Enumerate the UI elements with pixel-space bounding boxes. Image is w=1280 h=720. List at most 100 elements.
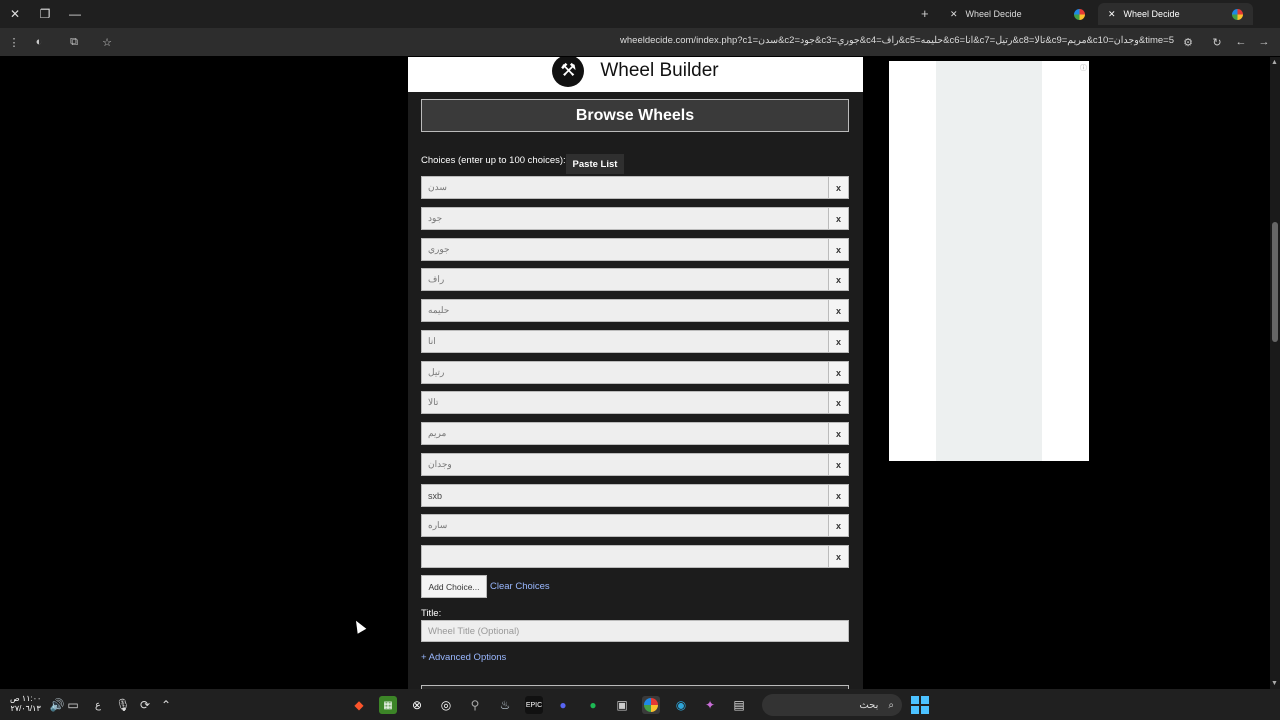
store-icon[interactable]: ▣ [613, 696, 631, 714]
choice-input[interactable]: جود [421, 207, 829, 230]
copilot-icon[interactable]: ✦ [701, 696, 719, 714]
scrollbar-thumb[interactable] [1272, 222, 1278, 342]
choice-input[interactable]: جوري [421, 238, 829, 261]
choice-input[interactable]: حليمه [421, 299, 829, 322]
site-settings-icon[interactable]: ⚙ [1180, 34, 1196, 50]
choices-label: Choices (enter up to 100 choices): [421, 155, 566, 166]
discord-icon[interactable]: ● [554, 696, 572, 714]
tab-wheel-decide-1[interactable]: ✕ Wheel Decide [940, 3, 1095, 25]
choice-row: انا x [421, 330, 849, 353]
ad-content [936, 61, 1042, 461]
new-tab-button[interactable]: + [921, 6, 929, 21]
chrome-logo-icon [644, 698, 658, 712]
back-icon[interactable]: → [1256, 34, 1272, 50]
clock-time: ١١:٠٠ ص [10, 694, 42, 703]
choice-row: حليمه x [421, 299, 849, 322]
remove-choice-button[interactable]: x [829, 361, 849, 384]
tab-bar: ✕ ❐ — + ✕ Wheel Decide ✕ Wheel Decide [0, 0, 1280, 28]
choice-row: سدن x [421, 176, 849, 199]
page-viewport: ⚒ Wheel Builder Browse Wheels Choices (e… [0, 57, 1270, 689]
extensions-icon[interactable]: ⧉ [66, 34, 82, 50]
clear-choices-link[interactable]: Clear Choices [490, 581, 550, 592]
choice-input[interactable]: انا [421, 330, 829, 353]
close-icon[interactable]: ✕ [950, 9, 958, 20]
remove-choice-button[interactable]: x [829, 484, 849, 507]
choice-row: sxb x [421, 484, 849, 507]
remove-choice-button[interactable]: x [829, 207, 849, 230]
forward-icon[interactable]: ← [1233, 34, 1249, 50]
choice-row: x [421, 545, 849, 568]
remove-choice-button[interactable]: x [829, 299, 849, 322]
remove-choice-button[interactable]: x [829, 514, 849, 537]
choice-input[interactable]: تالا [421, 391, 829, 414]
bookmark-star-icon[interactable]: ☆ [99, 34, 115, 50]
menu-icon[interactable]: ⋮ [6, 34, 22, 50]
browse-wheels-button[interactable]: Browse Wheels [421, 99, 849, 132]
favicon-icon [1232, 8, 1243, 20]
remove-choice-button[interactable]: x [829, 422, 849, 445]
network-icon[interactable]: ▭ [64, 696, 82, 714]
restore-window-button[interactable]: ❐ [30, 0, 60, 28]
choice-input[interactable]: وجدان [421, 453, 829, 476]
language-indicator[interactable]: ع [89, 696, 107, 714]
file-explorer-icon[interactable]: ▤ [730, 696, 748, 714]
wheel-title-input[interactable]: Wheel Title (Optional) [421, 620, 849, 642]
microphone-icon[interactable]: 🎙 [114, 696, 132, 714]
wheel-builder-panel: ⚒ Wheel Builder Browse Wheels Choices (e… [408, 57, 863, 689]
address-bar[interactable]: wheeldecide.com/index.php?c1=سدن&c2=جود&… [620, 35, 1174, 46]
taskbar-search[interactable]: بحث ⌕ [762, 694, 902, 716]
choice-row: جود x [421, 207, 849, 230]
favicon-icon [1074, 8, 1085, 20]
clock[interactable]: ١١:٠٠ ص ٢٧/٠٦/١٣ [10, 694, 41, 714]
choice-input[interactable]: ساره [421, 514, 829, 537]
choice-input[interactable]: مريم [421, 422, 829, 445]
remove-choice-button[interactable]: x [829, 545, 849, 568]
minecraft-icon[interactable]: ▦ [379, 696, 397, 714]
xbox-icon[interactable]: ⊗ [408, 696, 426, 714]
brave-browser-icon[interactable]: ◆ [350, 696, 368, 714]
add-choice-button[interactable]: Add Choice... [421, 575, 487, 598]
remove-choice-button[interactable]: x [829, 453, 849, 476]
remove-choice-button[interactable]: x [829, 176, 849, 199]
app-icon[interactable]: ◎ [437, 696, 455, 714]
tab-wheel-decide-2[interactable]: ✕ Wheel Decide [1098, 3, 1253, 25]
chrome-icon[interactable] [642, 696, 660, 714]
start-button[interactable] [911, 696, 929, 714]
advanced-options-link[interactable]: + Advanced Options [421, 652, 506, 663]
scroll-up-icon[interactable]: ▲ [1271, 59, 1278, 66]
edge-icon[interactable]: ◉ [672, 696, 690, 714]
reload-icon[interactable]: ↻ [1209, 34, 1225, 50]
choice-input[interactable]: sxb [421, 484, 829, 507]
remove-choice-button[interactable]: x [829, 391, 849, 414]
choice-row: تالا x [421, 391, 849, 414]
choice-input[interactable] [421, 545, 829, 568]
search-icon: ⌕ [888, 699, 894, 711]
remove-choice-button[interactable]: x [829, 268, 849, 291]
close-window-button[interactable]: ✕ [0, 0, 30, 28]
choice-input[interactable]: رتيل [421, 361, 829, 384]
profile-icon[interactable]: ◐ [31, 34, 47, 50]
app-icon[interactable]: ⚲ [466, 696, 484, 714]
windows-logo-icon [911, 696, 919, 704]
tray-overflow-icon[interactable]: ⌃ [157, 696, 175, 714]
minimize-window-button[interactable]: — [60, 0, 90, 28]
choice-row: جوري x [421, 238, 849, 261]
choice-input[interactable]: راف [421, 268, 829, 291]
sync-icon[interactable]: ⟳ [136, 696, 154, 714]
choice-input[interactable]: سدن [421, 176, 829, 199]
clock-date: ٢٧/٠٦/١٣ [10, 704, 41, 713]
paste-list-button[interactable]: Paste List [566, 154, 624, 174]
close-icon[interactable]: ✕ [1108, 9, 1116, 20]
epic-games-icon[interactable]: EPIC [525, 696, 543, 714]
scroll-down-icon[interactable]: ▼ [1271, 680, 1278, 687]
page-title: Wheel Builder [600, 59, 719, 81]
choice-row: مريم x [421, 422, 849, 445]
page-scrollbar[interactable]: ▲ ▼ [1270, 57, 1280, 689]
tab-title: Wheel Decide [965, 9, 1022, 19]
choice-row: رتيل x [421, 361, 849, 384]
remove-choice-button[interactable]: x [829, 238, 849, 261]
spotify-icon[interactable]: ● [584, 696, 602, 714]
remove-choice-button[interactable]: x [829, 330, 849, 353]
ad-info-icon[interactable]: ⓘ [1080, 63, 1087, 73]
steam-icon[interactable]: ♨ [496, 696, 514, 714]
